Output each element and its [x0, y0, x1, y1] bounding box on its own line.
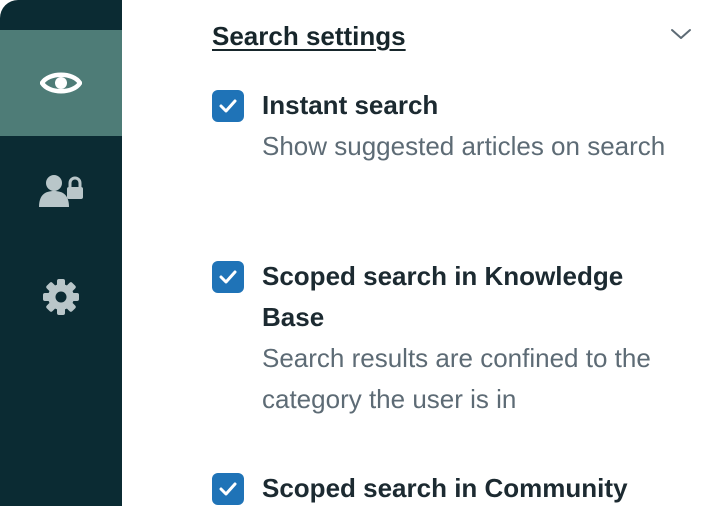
gear-icon [41, 277, 81, 317]
scoped-search-community-checkbox[interactable] [212, 473, 244, 505]
sidebar [0, 0, 122, 506]
check-icon [219, 482, 237, 496]
sidebar-item-preview[interactable] [0, 30, 122, 136]
option-title: Instant search [262, 90, 439, 120]
option-description: Search results are confined to the categ… [262, 343, 651, 414]
settings-panel: Search settings Instant search Show sugg… [212, 0, 712, 506]
instant-search-checkbox[interactable] [212, 90, 244, 122]
scoped-search-kb-checkbox[interactable] [212, 261, 244, 293]
eye-icon [40, 68, 82, 98]
option-title: Scoped search in Community [262, 473, 628, 503]
option-title: Scoped search in Knowledge Base [262, 261, 624, 332]
sidebar-item-settings[interactable] [0, 272, 122, 322]
chevron-down-icon[interactable] [670, 27, 692, 46]
section-header[interactable]: Search settings [212, 18, 692, 54]
user-lock-icon [39, 173, 83, 209]
check-icon [219, 99, 237, 113]
sidebar-item-permissions[interactable] [0, 166, 122, 216]
option-description: Show suggested articles on search [262, 131, 666, 161]
check-icon [219, 270, 237, 284]
section-title[interactable]: Search settings [212, 18, 406, 54]
